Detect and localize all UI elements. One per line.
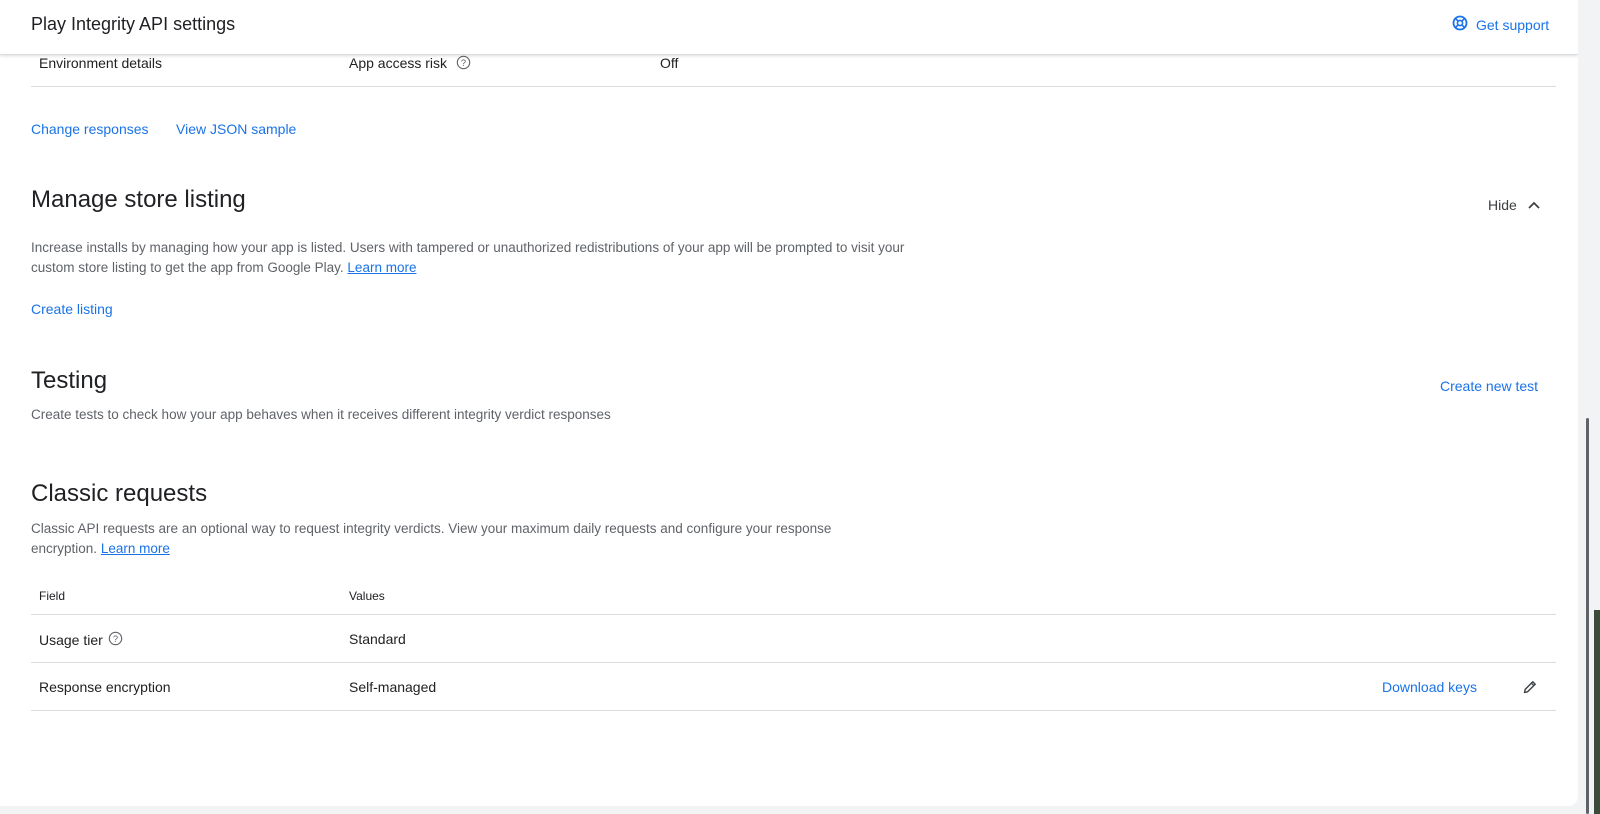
settings-panel: Play Integrity API settings Get support … [0,0,1578,806]
get-support-label: Get support [1476,16,1550,33]
classic-requests-learn-more-link[interactable]: Learn more [101,541,170,556]
divider [31,662,1556,663]
create-listing-link[interactable]: Create listing [31,301,113,317]
classic-requests-heading: Classic requests [31,480,208,507]
divider [31,614,1556,615]
usage-tier-label: Usage tier [39,632,103,648]
response-encryption-label: Response encryption [39,679,171,695]
environment-details-label: Environment details [39,55,162,71]
download-keys-link[interactable]: Download keys [1382,679,1477,695]
hide-label: Hide [1488,197,1517,213]
get-support-button[interactable]: Get support [1452,15,1549,34]
page-title: Play Integrity API settings [31,14,236,34]
change-responses-link[interactable]: Change responses [31,121,149,137]
divider [31,86,1556,87]
store-listing-description-text: Increase installs by managing how your a… [31,240,905,275]
table-row-usage-tier: Usage tier ? [39,631,123,649]
app-access-risk-value: Off [660,55,679,71]
usage-tier-value: Standard [349,631,406,647]
divider [31,710,1556,711]
view-json-sample-link[interactable]: View JSON sample [176,121,296,137]
table-header-values: Values [349,589,385,603]
testing-description: Create tests to check how your app behav… [31,407,611,422]
store-listing-description: Increase installs by managing how your a… [31,238,921,278]
store-listing-heading: Manage store listing [31,186,246,213]
hide-button[interactable]: Hide [1488,197,1541,213]
top-bar: Play Integrity API settings Get support [0,0,1578,55]
app-access-risk-field: App access risk ? [349,55,471,73]
testing-heading: Testing [31,367,108,394]
app-access-risk-label: App access risk [349,55,448,71]
background-strip [1594,610,1600,814]
chevron-up-icon [1527,197,1541,213]
table-header-field: Field [39,589,66,603]
help-circle-icon[interactable]: ? [108,631,123,649]
help-circle-icon[interactable]: ? [456,55,471,73]
lifebuoy-icon [1452,15,1476,34]
store-listing-learn-more-link[interactable]: Learn more [347,260,416,275]
pencil-icon[interactable] [1522,679,1538,700]
response-encryption-value: Self-managed [349,679,437,695]
svg-text:?: ? [461,58,466,68]
svg-text:?: ? [113,634,118,644]
classic-requests-description: Classic API requests are an optional way… [31,519,901,559]
scrollbar[interactable] [1586,418,1589,814]
create-new-test-link[interactable]: Create new test [1440,378,1538,394]
